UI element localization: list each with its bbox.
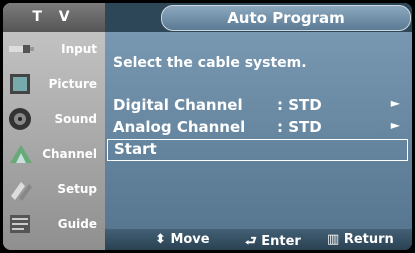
sidebar-item-channel[interactable]: Channel [3,137,105,172]
sidebar-header: T V [3,3,105,32]
sidebar-item-guide[interactable]: Guide [3,207,105,242]
main-panel: Auto Program Select the cable system. Di… [105,3,412,250]
sidebar: T V Input Picture Sound Channel Setup Gu… [3,3,105,250]
instruction-text: Select the cable system. [113,55,307,71]
sidebar-item-setup[interactable]: Setup [3,172,105,207]
menu-item-label: Analog Channel [113,118,246,136]
menu-item-value: : STD [277,118,322,136]
return-label: Return [343,232,394,247]
menu-item-value: : STD [277,96,322,114]
picture-icon [10,74,30,94]
setup-icon [11,182,32,201]
sidebar-item-label: Sound [54,112,97,126]
chevron-right-icon: ► [390,96,400,110]
menu-item-analog-channel[interactable]: Analog Channel : STD ► [107,117,408,139]
page-title: Auto Program [161,5,411,31]
menu-item-label: Start [114,140,157,158]
menu-item-label: Digital Channel [113,96,243,114]
sidebar-item-label: Channel [42,147,97,161]
input-plug-icon [9,45,34,53]
move-label: Move [170,232,210,247]
guide-icon [10,215,30,233]
sidebar-item-input[interactable]: Input [3,32,105,67]
help-bar: ⬍ Move ⮐ Enter ▥ Return [105,229,412,250]
chevron-right-icon: ► [390,118,400,132]
sidebar-item-sound[interactable]: Sound [3,102,105,137]
sidebar-item-label: Input [61,42,97,56]
move-hint: ⬍ Move [155,232,210,247]
return-hint: ▥ Return [327,232,394,247]
menu-item-start[interactable]: Start [107,139,408,161]
enter-icon: ⮐ [245,234,257,249]
sidebar-item-picture[interactable]: Picture [3,67,105,102]
tv-screen: T V Input Picture Sound Channel Setup Gu… [0,0,415,253]
enter-label: Enter [261,234,301,249]
sidebar-item-label: Picture [48,77,97,91]
return-icon: ▥ [327,232,340,247]
osd-frame: T V Input Picture Sound Channel Setup Gu… [3,3,412,250]
channel-icon [10,145,32,163]
menu-item-digital-channel[interactable]: Digital Channel : STD ► [107,95,408,117]
title-bar: Auto Program [105,3,412,32]
speaker-icon [9,108,31,130]
sidebar-item-label: Guide [57,217,97,231]
enter-hint: ⮐ Enter [245,232,301,250]
move-arrows-icon: ⬍ [155,232,166,247]
sidebar-item-label: Setup [57,182,97,196]
